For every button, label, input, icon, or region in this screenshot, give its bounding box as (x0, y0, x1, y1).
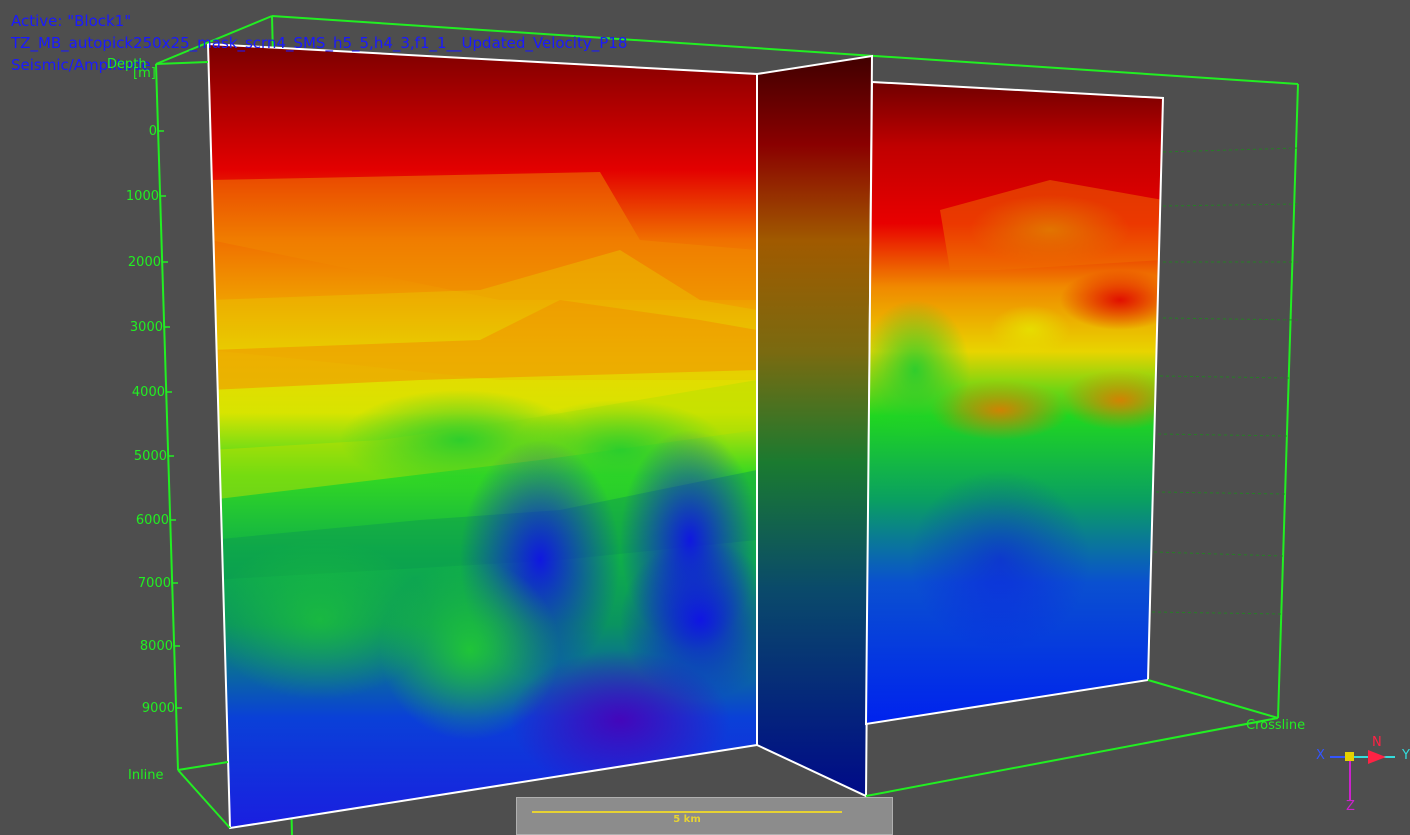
depth-tick-label: 4000 (131, 385, 165, 400)
depth-tick-label: 8000 (139, 639, 173, 654)
inline-section-panel-far[interactable] (860, 80, 1180, 726)
depth-tick-label: 6000 (135, 513, 169, 528)
depth-tick-label: 9000 (141, 701, 175, 716)
scale-bar-label: 5 km (673, 814, 701, 825)
depth-tick-label: 7000 (137, 576, 171, 591)
inline-section-panel[interactable] (206, 42, 780, 830)
crossline-section-panel[interactable] (756, 54, 874, 798)
depth-gridlines (1151, 147, 1299, 615)
depth-axis-unit: [m] (133, 66, 156, 81)
orientation-gizmo[interactable] (1330, 750, 1395, 800)
inline-axis-label: Inline (128, 768, 164, 783)
depth-tick-label: 0 (148, 124, 157, 139)
z-axis-letter: Z (1346, 799, 1355, 814)
north-letter: N (1372, 735, 1382, 750)
depth-tick-label: 3000 (129, 320, 163, 335)
scale-bar-line (532, 811, 842, 813)
depth-tick-label: 1000 (125, 189, 159, 204)
active-block-label: Active: "Block1" (11, 12, 132, 30)
y-axis-letter: Y (1402, 748, 1410, 763)
3d-scene-viewport[interactable] (0, 0, 1410, 835)
depth-tick-label: 2000 (127, 255, 161, 270)
scale-bar: 5 km (516, 797, 893, 835)
crossline-axis-label: Crossline (1246, 718, 1306, 733)
x-axis-letter: X (1316, 748, 1325, 763)
depth-tick-label: 5000 (133, 449, 167, 464)
dataset-name-label: TZ_MB_autopick250x25_mask_scrn4_SMS_h5_5… (11, 34, 628, 52)
